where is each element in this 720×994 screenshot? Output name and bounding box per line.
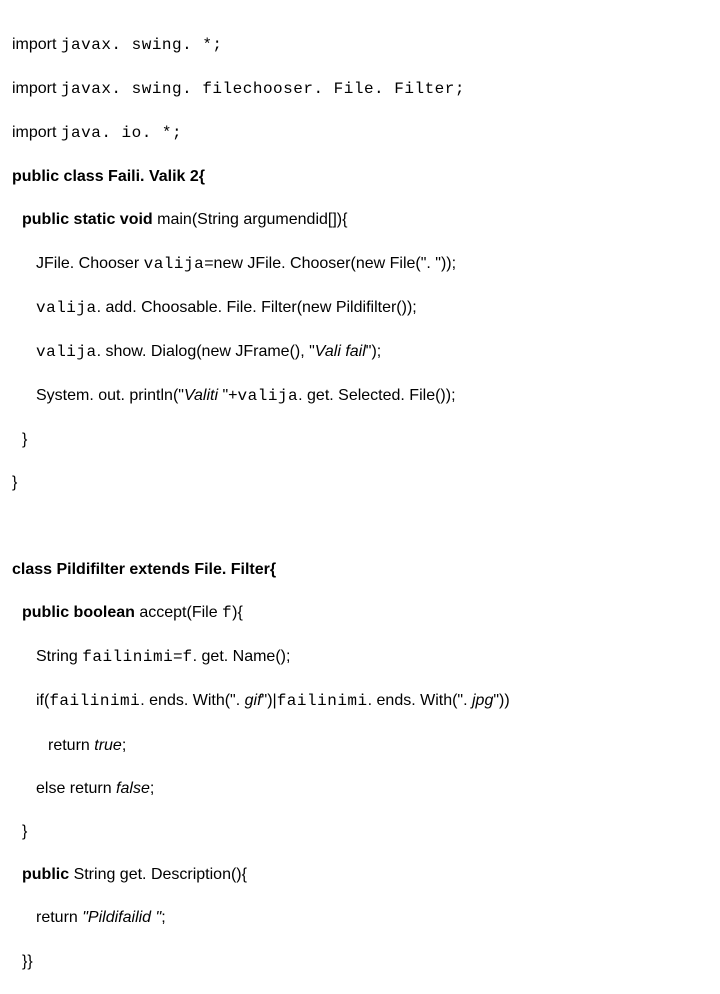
- keyword: class: [12, 561, 56, 578]
- code-text: =new JFile. Chooser(new File(". "));: [204, 255, 456, 272]
- code-text: String: [36, 648, 82, 665]
- code-text: . show. Dialog(new JFrame(), ": [97, 343, 315, 360]
- code-text: ){: [232, 604, 243, 621]
- code-block: import javax. swing. *; import javax. sw…: [12, 12, 708, 994]
- code-line: public String get. Description(){: [12, 864, 708, 886]
- code-text: ")): [493, 692, 509, 709]
- keyword: public boolean: [22, 604, 139, 621]
- code-text: main(String argumendid[]){: [157, 211, 347, 228]
- code-text: ");: [366, 343, 381, 360]
- brace: }}: [22, 953, 33, 970]
- code-text: =: [173, 648, 182, 665]
- code-text: ;: [122, 737, 126, 754]
- string-literal: gif: [245, 692, 262, 709]
- keyword: return: [48, 737, 94, 754]
- code-text: "+: [222, 387, 237, 404]
- code-line: valija. add. Choosable. File. Filter(new…: [12, 297, 708, 320]
- code-line: }: [12, 429, 708, 451]
- code-text: ;: [150, 780, 154, 797]
- string-literal: "Pildifailid ": [82, 909, 161, 926]
- code-text: . ends. With(".: [140, 692, 244, 709]
- code-text: ")|: [262, 692, 277, 709]
- code-line: return true;: [12, 735, 708, 757]
- string-literal: jpg: [472, 692, 493, 709]
- code-text: javax. swing. *;: [61, 36, 223, 54]
- string-literal: Vali fail: [315, 343, 366, 360]
- keyword: import: [12, 124, 61, 141]
- keyword: true: [94, 737, 122, 754]
- brace: }: [22, 823, 27, 840]
- keyword: public class: [12, 168, 108, 185]
- variable: valija: [36, 299, 97, 317]
- keyword: false: [116, 780, 150, 797]
- class-name: Pildifilter: [56, 561, 129, 578]
- code-line: import javax. swing. *;: [12, 34, 708, 57]
- keyword: import: [12, 36, 61, 53]
- code-text: . ends. With(".: [368, 692, 472, 709]
- code-line: public class Faili. Valik 2{: [12, 166, 708, 188]
- code-line: import java. io. *;: [12, 122, 708, 145]
- code-line: public static void main(String argumendi…: [12, 209, 708, 231]
- variable: f: [222, 604, 232, 622]
- code-text: System. out. println(": [36, 387, 184, 404]
- code-text: if(: [36, 692, 49, 709]
- code-text: String get. Description(){: [74, 866, 247, 883]
- brace: }: [22, 431, 27, 448]
- variable: failinimi: [277, 692, 368, 710]
- variable: f: [183, 648, 193, 666]
- keyword: extends: [129, 561, 194, 578]
- code-line: else return false;: [12, 778, 708, 800]
- brace: }: [12, 474, 17, 491]
- variable: failinimi: [49, 692, 140, 710]
- code-text: . get. Name();: [193, 648, 291, 665]
- keyword: import: [12, 80, 61, 97]
- class-name: Faili. Valik 2{: [108, 168, 205, 185]
- code-line: }}: [12, 951, 708, 973]
- keyword: return: [36, 909, 82, 926]
- variable: valija: [36, 343, 97, 361]
- code-text: java. io. *;: [61, 124, 182, 142]
- string-literal: Valiti: [184, 387, 223, 404]
- code-line: class Pildifilter extends File. Filter{: [12, 559, 708, 581]
- variable: valija: [238, 387, 299, 405]
- code-text: ;: [161, 909, 165, 926]
- code-text: javax. swing. filechooser. File. Filter;: [61, 80, 465, 98]
- variable: failinimi: [82, 648, 173, 666]
- variable: valija: [144, 255, 205, 273]
- code-line: valija. show. Dialog(new JFrame(), "Vali…: [12, 341, 708, 364]
- keyword: public: [22, 866, 74, 883]
- code-text: accept(File: [139, 604, 222, 621]
- code-line: System. out. println("Valiti "+valija. g…: [12, 385, 708, 408]
- code-text: JFile. Chooser: [36, 255, 144, 272]
- code-line: import javax. swing. filechooser. File. …: [12, 78, 708, 101]
- code-line: public boolean accept(File f){: [12, 602, 708, 625]
- code-line: }: [12, 472, 708, 494]
- code-line: if(failinimi. ends. With(". gif")|failin…: [12, 690, 708, 713]
- code-line: return "Pildifailid ";: [12, 907, 708, 929]
- code-text: File. Filter{: [194, 561, 276, 578]
- code-text: . add. Choosable. File. Filter(new Pildi…: [97, 299, 417, 316]
- code-line: JFile. Chooser valija=new JFile. Chooser…: [12, 253, 708, 276]
- code-text: . get. Selected. File());: [298, 387, 455, 404]
- blank-line: [12, 516, 708, 538]
- keyword: else return: [36, 780, 116, 797]
- code-line: }: [12, 821, 708, 843]
- code-line: String failinimi=f. get. Name();: [12, 646, 708, 669]
- keyword: public static void: [22, 211, 157, 228]
